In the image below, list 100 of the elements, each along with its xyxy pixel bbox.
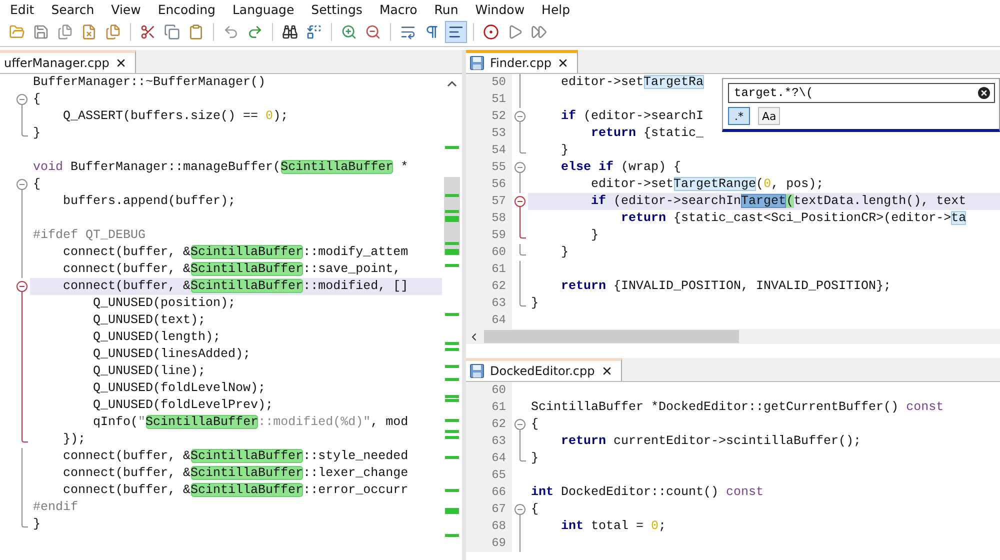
code-line: { xyxy=(32,91,41,108)
zoom-out-icon xyxy=(365,24,381,40)
code-line: } xyxy=(530,295,539,312)
fold-toggle-icon[interactable] xyxy=(514,159,526,176)
close-tab-button[interactable] xyxy=(600,365,613,377)
code-line: int total = 0; xyxy=(560,518,666,535)
floppy-icon xyxy=(33,24,49,40)
code-line: Q_UNUSED(text); xyxy=(92,312,206,329)
line-number: 61 xyxy=(466,399,512,416)
code-line: Q_UNUSED(length); xyxy=(92,329,221,346)
code-line: return {static_cast<Sci_PositionCR>(editor->ta xyxy=(620,210,966,227)
line-number: 53 xyxy=(466,125,512,142)
code-line: void BufferManager::manageBuffer(ScintillaBuffer * xyxy=(32,159,408,176)
code-line: { xyxy=(530,416,539,433)
close-tab-button[interactable] xyxy=(557,57,570,69)
clipboard-icon xyxy=(188,24,204,40)
menu-item[interactable]: Language xyxy=(232,2,294,16)
line-number: 50 xyxy=(466,74,512,91)
code-line: else if (wrap) { xyxy=(560,159,682,176)
line-number: 60 xyxy=(466,244,512,261)
fold-toggle-icon[interactable] xyxy=(514,416,526,433)
line-number: 62 xyxy=(466,278,512,295)
scissors-icon xyxy=(140,24,156,40)
menu-item[interactable]: Encoding xyxy=(158,2,216,16)
code-line: }); xyxy=(62,431,86,448)
documents-icon xyxy=(105,24,121,40)
line-number: 62 xyxy=(466,416,512,433)
code-line: int DockedEditor::count() const xyxy=(530,484,764,501)
search-option-toggle[interactable]: Aa xyxy=(758,107,780,125)
document-icon xyxy=(81,24,97,40)
replace-icon xyxy=(306,24,322,40)
code-line: } xyxy=(32,516,41,533)
play-icon xyxy=(507,24,523,40)
line-number: 56 xyxy=(466,176,512,193)
fold-toggle-icon[interactable] xyxy=(16,91,28,108)
line-number: 60 xyxy=(466,382,512,399)
file-tab[interactable]: ufferManager.cpp xyxy=(0,50,136,73)
menu-item[interactable]: Run xyxy=(434,2,458,16)
line-number: 52 xyxy=(466,108,512,125)
line-number: 69 xyxy=(466,535,512,552)
tab-label: DockedEditor.cpp xyxy=(490,364,595,378)
code-line: Q_ASSERT(buffers.size() == 0); xyxy=(62,108,288,125)
code-line: } xyxy=(560,142,569,159)
line-number: 67 xyxy=(466,501,512,518)
indent-guide-button[interactable] xyxy=(445,21,467,43)
floppy-icon xyxy=(470,364,484,378)
code-line: return {static_ xyxy=(590,125,704,142)
code-line: #endif xyxy=(32,499,78,516)
menu-item[interactable]: Edit xyxy=(10,2,34,16)
fold-toggle-icon[interactable] xyxy=(16,176,28,193)
line-number: 63 xyxy=(466,295,512,312)
documents-icon xyxy=(57,24,73,40)
line-number: 64 xyxy=(466,450,512,467)
undo-icon xyxy=(223,24,239,40)
menu-item[interactable]: Window xyxy=(475,2,525,16)
code-line: return {INVALID_POSITION, INVALID_POSITION}; xyxy=(560,278,892,295)
code-line: connect(buffer, &ScintillaBuffer::error_occurr xyxy=(62,482,408,499)
menu-item[interactable]: Macro xyxy=(379,2,418,16)
fast-forward-icon xyxy=(531,24,547,40)
fold-toggle-icon[interactable] xyxy=(514,501,526,518)
line-number: 58 xyxy=(466,210,512,227)
line-number: 54 xyxy=(466,142,512,159)
code-line: } xyxy=(590,227,599,244)
redo-icon xyxy=(247,24,263,40)
line-number: 59 xyxy=(466,227,512,244)
copy-icon xyxy=(164,24,180,40)
file-tab[interactable]: Finder.cpp xyxy=(466,50,578,73)
code-line: #ifdef QT_DEBUG xyxy=(32,227,146,244)
line-number: 57 xyxy=(466,193,512,210)
code-line: } xyxy=(32,125,41,142)
code-line: Q_UNUSED(foldLevelNow); xyxy=(92,380,266,397)
code-line: Q_UNUSED(linesAdded); xyxy=(92,346,251,363)
line-number: 55 xyxy=(466,159,512,176)
binoculars-icon xyxy=(282,24,298,40)
fold-toggle-icon[interactable] xyxy=(514,108,526,125)
menu-item[interactable]: Search xyxy=(51,2,94,16)
menu-item[interactable]: View xyxy=(111,2,141,16)
code-line: connect(buffer, &ScintillaBuffer::style_needed xyxy=(62,448,408,465)
fold-toggle-icon[interactable] xyxy=(514,193,526,210)
menu-item[interactable]: Help xyxy=(542,2,570,16)
line-number: 51 xyxy=(466,91,512,108)
code-line: if (editor->searchI xyxy=(560,108,704,125)
folder-icon xyxy=(9,24,25,40)
code-line: editor->setTargetRa xyxy=(560,74,704,91)
file-tab[interactable]: DockedEditor.cpp xyxy=(466,358,622,381)
code-line: buffers.append(buffer); xyxy=(62,193,236,210)
menu-item[interactable]: Settings xyxy=(311,2,362,16)
search-option-toggle[interactable]: .* xyxy=(728,107,750,125)
code-line: Q_UNUSED(line); xyxy=(92,363,206,380)
search-field[interactable]: target.*?\( xyxy=(728,83,995,103)
close-tab-button[interactable] xyxy=(115,57,128,69)
code-line: qInfo("ScintillaBuffer::modified(%d)", mod xyxy=(92,414,408,431)
wrap-icon xyxy=(400,24,416,40)
horizontal-scrollbar[interactable] xyxy=(466,329,1000,344)
lines-icon xyxy=(448,24,464,40)
tab-label: Finder.cpp xyxy=(490,56,552,70)
code-line: connect(buffer, &ScintillaBuffer::save_point, xyxy=(62,261,401,278)
line-number: 61 xyxy=(466,261,512,278)
fold-toggle-icon[interactable] xyxy=(16,278,28,295)
record-icon xyxy=(483,24,499,40)
